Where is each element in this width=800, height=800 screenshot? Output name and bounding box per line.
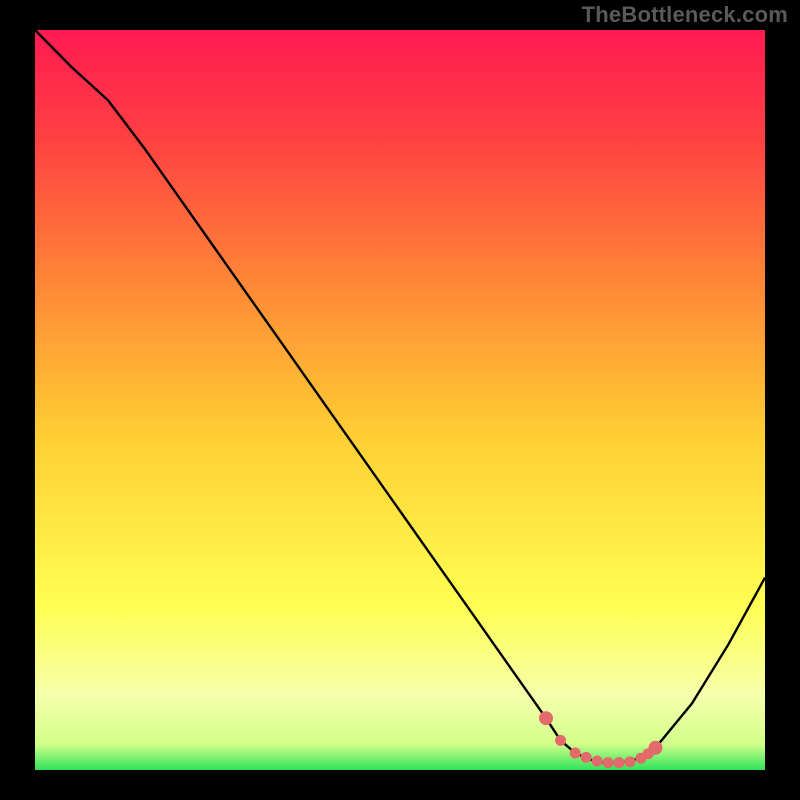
marker-dot: [555, 735, 566, 746]
chart-frame: TheBottleneck.com: [0, 0, 800, 800]
marker-dot: [624, 756, 635, 767]
marker-dot: [592, 756, 603, 767]
gradient-plot-area: [35, 30, 765, 770]
marker-dot: [570, 748, 581, 759]
marker-dot: [539, 711, 553, 725]
marker-dot: [614, 757, 625, 768]
marker-dot: [581, 752, 592, 763]
bottleneck-chart: [0, 0, 800, 800]
marker-dot: [649, 741, 663, 755]
marker-dot: [603, 757, 614, 768]
